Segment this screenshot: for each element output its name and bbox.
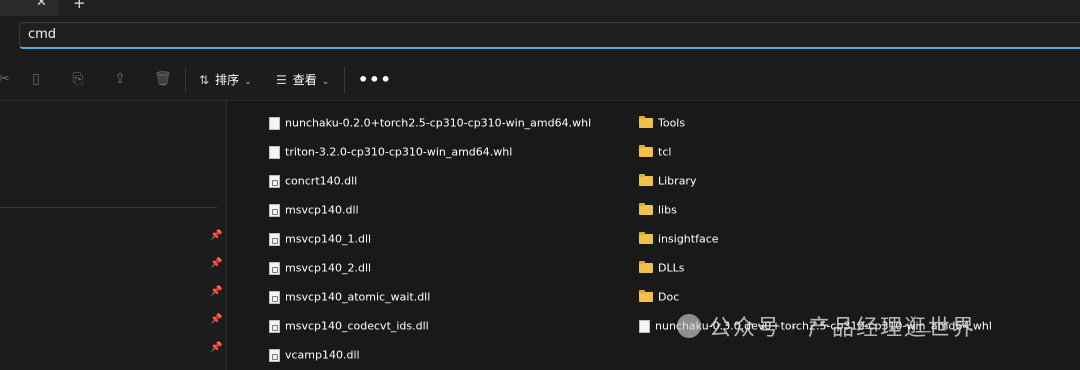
folder-icon (639, 145, 653, 157)
chevron-down-icon: ⌄ (244, 77, 252, 87)
nav-divider (0, 207, 217, 208)
folder-icon (639, 174, 653, 186)
folder-item[interactable]: Tools (639, 116, 685, 134)
file-name: nunchaku-0.2.0+torch2.5-cp310-cp310-win_… (285, 116, 592, 130)
file-item[interactable]: msvcp140.dll (269, 203, 359, 221)
file-icon (269, 116, 280, 130)
folder-item[interactable]: insightface (639, 232, 719, 250)
folder-icon (639, 261, 653, 273)
pin-icon[interactable]: 📌 (210, 258, 222, 270)
file-name: msvcp140_atomic_wait.dll (285, 290, 431, 304)
folder-name: Doc (658, 290, 680, 304)
folder-name: insightface (658, 232, 719, 246)
file-item[interactable]: triton-3.2.0-cp310-cp310-win_amd64.whl (269, 145, 512, 163)
dll-icon (269, 203, 280, 217)
share-icon[interactable]: ⇪ (112, 71, 128, 87)
file-name: concrt140.dll (285, 174, 358, 188)
dll-icon (269, 232, 280, 246)
chevron-down-icon: ⌄ (321, 77, 330, 87)
pin-icon[interactable]: 📌 (210, 342, 222, 354)
pin-icon[interactable]: 📌 (210, 286, 222, 298)
new-tab-icon[interactable]: + (73, 0, 86, 12)
command-bar: ✂ ▯ ⎘ ⇪ 🗑 ⇅ 排序 ⌄ ☰ 查看 ⌄ ••• (0, 62, 1080, 101)
folder-item[interactable]: tcl (639, 145, 671, 163)
paste-icon[interactable]: ▯ (28, 71, 44, 87)
sort-label: 排序 (215, 73, 240, 87)
active-tab[interactable]: ✕ (0, 0, 58, 16)
dll-icon (269, 290, 280, 304)
file-item[interactable]: msvcp140_codecvt_ids.dll (269, 319, 429, 337)
delete-icon[interactable]: 🗑 (154, 71, 172, 87)
file-item[interactable]: msvcp140_1.dll (269, 232, 371, 250)
file-icon (639, 319, 650, 333)
view-label: 查看 (292, 73, 317, 87)
dll-icon (269, 319, 280, 333)
file-icon (269, 145, 280, 159)
view-icon: ☰ (276, 73, 287, 87)
folder-name: DLLs (658, 261, 685, 275)
navigation-pane[interactable]: 📌 📌 📌 📌 📌 (0, 101, 227, 370)
close-tab-icon[interactable]: ✕ (36, 0, 47, 10)
dll-icon (269, 261, 280, 275)
file-name: msvcp140.dll (285, 203, 359, 217)
rename-icon[interactable]: ⎘ (70, 71, 86, 87)
folder-icon (639, 203, 653, 215)
wechat-logo-icon (677, 314, 701, 338)
folder-icon (639, 232, 653, 244)
view-button[interactable]: ☰ 查看 ⌄ (276, 71, 329, 89)
file-item[interactable]: msvcp140_atomic_wait.dll (269, 290, 430, 308)
toolbar-separator (344, 67, 345, 93)
address-bar-text[interactable]: cmd (28, 27, 56, 42)
sort-button[interactable]: ⇅ 排序 ⌄ (199, 71, 252, 89)
address-area: cmd (0, 16, 1080, 62)
pin-icon[interactable]: 📌 (210, 314, 222, 326)
dll-icon (269, 348, 280, 362)
toolbar-separator (185, 67, 186, 93)
address-bar[interactable]: cmd (19, 22, 1080, 49)
watermark-text: 公众号 · 产品经理逛世界 (709, 316, 976, 341)
folder-name: libs (658, 203, 677, 217)
folder-name: tcl (658, 145, 672, 159)
file-item[interactable]: vcamp140.dll (269, 348, 360, 366)
dll-icon (269, 174, 280, 188)
file-name: triton-3.2.0-cp310-cp310-win_amd64.whl (285, 145, 513, 159)
folder-name: Tools (658, 116, 686, 130)
folder-item[interactable]: DLLs (639, 261, 684, 279)
cut-icon[interactable]: ✂ (0, 71, 12, 87)
folder-icon (639, 116, 653, 128)
file-name: msvcp140_2.dll (285, 261, 372, 275)
folder-name: Library (658, 174, 697, 188)
file-name: msvcp140_1.dll (285, 232, 372, 246)
folder-icon (639, 290, 653, 302)
file-name: msvcp140_codecvt_ids.dll (285, 319, 429, 333)
folder-item[interactable]: Doc (639, 290, 679, 308)
folder-item[interactable]: libs (639, 203, 677, 221)
folder-item[interactable]: Library (639, 174, 696, 192)
file-item[interactable]: nunchaku-0.2.0+torch2.5-cp310-cp310-win_… (269, 116, 591, 134)
pin-icon[interactable]: 📌 (210, 230, 222, 242)
tab-strip: ✕ + (0, 0, 1080, 16)
more-options-button[interactable]: ••• (358, 70, 392, 89)
sort-icon: ⇅ (199, 73, 210, 87)
file-item[interactable]: concrt140.dll (269, 174, 357, 192)
file-name: vcamp140.dll (285, 348, 360, 362)
file-item[interactable]: msvcp140_2.dll (269, 261, 371, 279)
